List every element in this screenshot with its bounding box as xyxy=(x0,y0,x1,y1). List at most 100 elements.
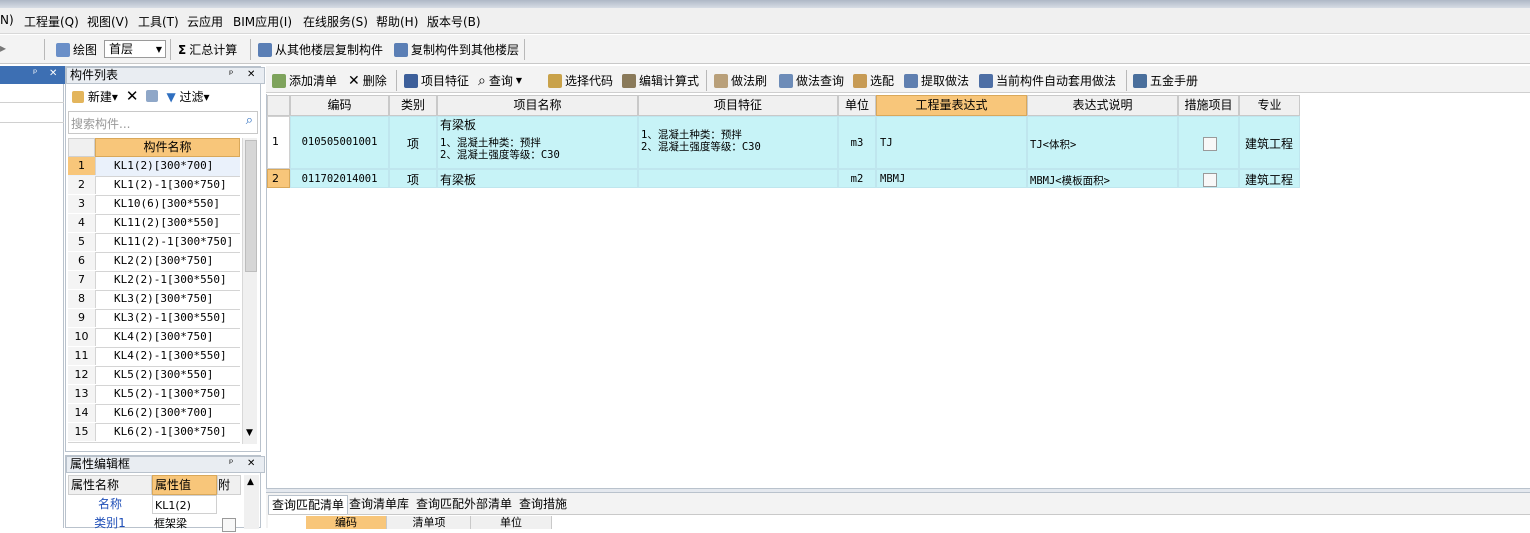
floor-select[interactable]: 首层 ▼ xyxy=(104,40,166,58)
col-header-unit[interactable]: 单位 xyxy=(838,95,876,116)
close-icon[interactable]: ✕ xyxy=(247,457,255,471)
extract-method-button[interactable]: 提取做法 xyxy=(904,72,969,89)
pin-icon[interactable]: ᵖ xyxy=(229,68,233,82)
list-item[interactable]: 3 KL10(6)[300*550] xyxy=(68,195,240,215)
bottom-col-code[interactable]: 编码 xyxy=(306,516,386,529)
cell-code[interactable]: 011702014001 xyxy=(290,169,389,188)
col-header-expr-desc[interactable]: 表达式说明 xyxy=(1027,95,1178,116)
method-brush-button[interactable]: 做法刷 xyxy=(714,72,767,89)
select-match-button[interactable]: 选配 xyxy=(853,72,894,89)
list-header-name[interactable]: 构件名称 xyxy=(95,138,240,157)
cell-discipline[interactable]: 建筑工程 xyxy=(1239,116,1300,169)
col-header-feature[interactable]: 项目特征 xyxy=(638,95,838,116)
menu-item-version[interactable]: 版本号(B) xyxy=(427,13,481,30)
delete-icon[interactable]: ✕ xyxy=(126,87,139,105)
bottom-col-unit[interactable]: 单位 xyxy=(470,516,552,529)
close-icon[interactable]: ✕ xyxy=(247,68,255,82)
query-button[interactable]: ⌕ 查询 ▼ xyxy=(478,72,522,89)
list-item[interactable]: 4 KL11(2)[300*550] xyxy=(68,214,240,234)
list-item[interactable]: 6 KL2(2)[300*750] xyxy=(68,252,240,272)
cell-code[interactable]: 010505001001 xyxy=(290,116,389,169)
tab-query-list-library[interactable]: 查询清单库 xyxy=(346,495,412,514)
list-item[interactable]: 15 KL6(2)-1[300*750] xyxy=(68,423,240,443)
list-item[interactable]: 8 KL3(2)[300*750] xyxy=(68,290,240,310)
project-feature-button[interactable]: 项目特征 xyxy=(404,72,469,89)
property-type-value[interactable]: 框架梁 xyxy=(152,514,219,533)
cell-expr-desc[interactable]: MBMJ<模板面积> xyxy=(1027,169,1178,188)
cell-unit[interactable]: m3 xyxy=(838,116,876,169)
method-query-button[interactable]: 做法查询 xyxy=(779,72,844,89)
menu-item-n[interactable]: N) xyxy=(0,13,14,27)
close-icon[interactable]: ✕ xyxy=(49,67,57,81)
cell-name[interactable]: 有梁板 1、混凝土种类：预拌 2、混凝土强度等级：C30 xyxy=(437,116,638,169)
scroll-down-icon[interactable]: ▼ xyxy=(246,428,253,438)
scroll-thumb[interactable] xyxy=(245,140,257,272)
list-item[interactable]: 13 KL5(2)-1[300*750] xyxy=(68,385,240,405)
menu-item-quantity[interactable]: 工程量(Q) xyxy=(24,13,79,30)
cell-unit[interactable]: m2 xyxy=(838,169,876,188)
property-extra-checkbox[interactable] xyxy=(222,518,236,532)
menu-item-bim[interactable]: BIM应用(I) xyxy=(233,13,292,30)
sum-calc-button[interactable]: Σ 汇总计算 xyxy=(178,41,237,58)
list-item[interactable]: 14 KL6(2)[300*700] xyxy=(68,404,240,424)
search-icon[interactable]: ⌕ xyxy=(246,113,253,128)
menu-item-tools[interactable]: 工具(T) xyxy=(138,13,179,30)
cell-expr-desc[interactable]: TJ<体积> xyxy=(1027,116,1178,169)
new-component-button[interactable]: 新建▾ xyxy=(72,88,118,105)
cell-expr[interactable]: MBMJ xyxy=(876,169,1027,188)
col-header-code[interactable]: 编码 xyxy=(290,95,389,116)
cell-expr[interactable]: TJ xyxy=(876,116,1027,169)
tab-query-measures[interactable]: 查询措施 xyxy=(516,495,570,514)
row-number[interactable]: 2 xyxy=(267,169,290,188)
toolbar-overflow-icon[interactable]: ▸ xyxy=(0,41,6,55)
row-number[interactable]: 1 xyxy=(267,116,290,169)
menu-item-view[interactable]: 视图(V) xyxy=(87,13,129,30)
filter-button[interactable]: ▼ 过滤▾ xyxy=(166,88,209,105)
scroll-up-icon[interactable]: ▲ xyxy=(247,477,254,487)
copy-to-floor-button[interactable]: 复制构件到其他楼层 xyxy=(394,41,519,58)
cell-discipline[interactable]: 建筑工程 xyxy=(1239,169,1300,188)
cell-type[interactable]: 项 xyxy=(389,169,437,188)
nav-row[interactable] xyxy=(0,102,64,123)
list-item[interactable]: 11 KL4(2)-1[300*550] xyxy=(68,347,240,367)
draw-button[interactable]: 绘图 xyxy=(56,41,97,58)
edit-formula-button[interactable]: 编辑计算式 xyxy=(622,72,699,89)
property-name-value[interactable]: KL1(2) xyxy=(152,495,217,514)
pin-icon[interactable]: ᵖ xyxy=(229,457,233,471)
list-item[interactable]: 7 KL2(2)-1[300*550] xyxy=(68,271,240,291)
col-header-discipline[interactable]: 专业 xyxy=(1239,95,1300,116)
tab-query-external-list[interactable]: 查询匹配外部清单 xyxy=(413,495,515,514)
col-header-measure[interactable]: 措施项目 xyxy=(1178,95,1239,116)
measure-checkbox[interactable] xyxy=(1203,173,1217,187)
cell-feature[interactable] xyxy=(638,169,838,188)
delete-button[interactable]: ✕ 删除 xyxy=(348,72,387,89)
select-code-button[interactable]: 选择代码 xyxy=(548,72,613,89)
component-search-box[interactable]: 搜索构件... ⌕ xyxy=(68,111,258,134)
copy-icon[interactable] xyxy=(146,90,159,102)
nav-row[interactable] xyxy=(0,82,64,103)
copy-from-floor-button[interactable]: 从其他楼层复制构件 xyxy=(258,41,383,58)
list-item[interactable]: 9 KL3(2)-1[300*550] xyxy=(68,309,240,329)
property-scrollbar[interactable]: ▲ xyxy=(244,475,259,529)
auto-apply-button[interactable]: 当前构件自动套用做法 xyxy=(979,72,1116,89)
measure-checkbox[interactable] xyxy=(1203,137,1217,151)
add-list-button[interactable]: 添加清单 xyxy=(272,72,337,89)
col-header-type[interactable]: 类别 xyxy=(389,95,437,116)
cell-measure[interactable] xyxy=(1178,116,1239,169)
menu-item-help[interactable]: 帮助(H) xyxy=(376,13,418,30)
list-item[interactable]: 1 KL1(2)[300*700] xyxy=(68,157,240,177)
cell-name[interactable]: 有梁板 xyxy=(437,169,638,188)
pin-icon[interactable]: ᵖ xyxy=(33,67,37,81)
component-list-scrollbar[interactable]: ▼ xyxy=(242,138,257,444)
list-item[interactable]: 5 KL11(2)-1[300*750] xyxy=(68,233,240,253)
cell-feature[interactable]: 1、混凝土种类：预拌 2、混凝土强度等级：C30 xyxy=(638,116,838,169)
cell-measure[interactable] xyxy=(1178,169,1239,188)
cell-type[interactable]: 项 xyxy=(389,116,437,169)
list-item[interactable]: 12 KL5(2)[300*550] xyxy=(68,366,240,386)
bottom-col-item[interactable]: 清单项 xyxy=(386,516,471,529)
hardware-manual-button[interactable]: 五金手册 xyxy=(1133,72,1198,89)
tab-query-match-list[interactable]: 查询匹配清单 xyxy=(268,495,349,514)
list-item[interactable]: 2 KL1(2)-1[300*750] xyxy=(68,176,240,196)
col-header-expr[interactable]: 工程量表达式 xyxy=(876,95,1027,116)
col-header-name[interactable]: 项目名称 xyxy=(437,95,638,116)
